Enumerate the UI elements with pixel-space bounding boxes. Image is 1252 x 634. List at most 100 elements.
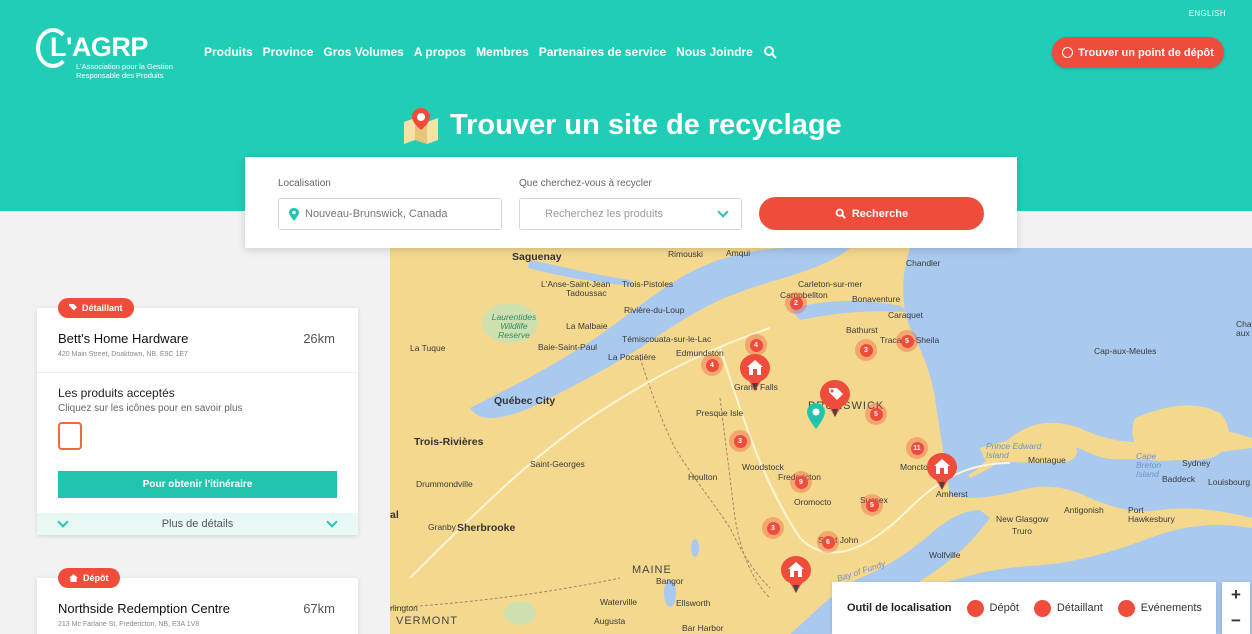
map-label-cha: Cha aux	[1236, 319, 1252, 338]
result-card[interactable]: Détaillant Bett's Home Hardware 26km 420…	[37, 298, 358, 535]
map-label-bar-harbor: Bar Harbor	[682, 623, 724, 633]
depot-pin-icon[interactable]	[927, 453, 957, 491]
map-cluster[interactable]: 5	[896, 330, 918, 352]
accepted-products-hint: Cliquez sur les icônes pour en savoir pl…	[58, 403, 243, 414]
retailer-badge: Détaillant	[58, 298, 134, 318]
map-cluster[interactable]: 4	[701, 354, 723, 376]
map-zoom-controls: + −	[1222, 582, 1250, 634]
map-label-baddeck: Baddeck	[1162, 474, 1196, 484]
map-cluster[interactable]: 9	[790, 471, 812, 493]
map-label-new-glasgow: New Glasgow	[996, 514, 1049, 524]
accepted-products-heading: Les produits acceptés	[58, 386, 175, 400]
map-cluster[interactable]: 2	[785, 292, 807, 314]
more-details-label: Plus de détails	[161, 518, 234, 530]
nav-partenaires[interactable]: Partenaires de service	[539, 45, 666, 59]
map-label-la-tuque: La Tuque	[410, 343, 446, 353]
map-cluster[interactable]: 4	[745, 334, 767, 356]
map-label-louisbourg: Louisbourg	[1208, 477, 1251, 487]
directions-button[interactable]: Pour obtenir l'itinéraire	[58, 471, 337, 498]
page-title-group: Trouver un site de recyclage	[402, 106, 842, 144]
depot-pin-icon[interactable]	[740, 354, 770, 392]
result-name[interactable]: Northside Redemption Centre	[58, 601, 230, 616]
map-label-antigonish: Antigonish	[1064, 505, 1104, 515]
map-cluster[interactable]: 5	[865, 403, 887, 425]
compass-icon	[1062, 47, 1074, 58]
language-link[interactable]: ENGLISH	[1189, 9, 1226, 18]
map-cluster[interactable]: 3	[729, 430, 751, 452]
product-select[interactable]: Recherchez les produits	[519, 198, 742, 230]
more-details-toggle[interactable]: Plus de détails	[37, 513, 358, 535]
map[interactable]: Saguenay Rimouski Amqui Chandler L'Anse-…	[390, 248, 1252, 634]
chevron-down-icon	[57, 516, 69, 528]
legend-item-evenements[interactable]: Evénements	[1117, 599, 1202, 617]
chevron-down-icon	[717, 206, 729, 218]
nav-gros-volumes[interactable]: Gros Volumes	[323, 45, 403, 59]
map-label-trois-rivieres: Trois-Rivières	[414, 436, 484, 448]
zoom-out-button[interactable]: −	[1231, 611, 1241, 631]
map-cluster[interactable]: 3	[855, 339, 877, 361]
depot-icon	[966, 599, 984, 617]
result-address: 213 Mc Farlane St, Fredericton, NB, E3A …	[58, 621, 200, 628]
result-card[interactable]: Dépôt Northside Redemption Centre 67km 2…	[37, 568, 358, 634]
depot-badge: Dépôt	[58, 568, 120, 588]
map-label-bathurst: Bathurst	[846, 325, 878, 335]
teal-pin-icon[interactable]	[807, 403, 825, 429]
search-button-label: Recherche	[851, 207, 909, 220]
result-distance: 26km	[303, 331, 335, 346]
location-label: Localisation	[278, 178, 331, 189]
map-label-houlton: Houlton	[688, 472, 718, 482]
map-label-vermont: VERMONT	[396, 615, 458, 627]
map-label-rimouski: Rimouski	[668, 249, 703, 259]
drum-icon[interactable]	[58, 422, 82, 450]
legend-item-detaillant[interactable]: Détaillant	[1033, 599, 1103, 617]
map-label-carleton: Carleton-sur-mer	[798, 279, 863, 289]
map-label-augusta: Augusta	[594, 616, 626, 626]
main-nav: Produits Province Gros Volumes A propos …	[204, 45, 777, 59]
map-label-truro: Truro	[1012, 526, 1032, 536]
logo-text: L'AGRP	[50, 32, 148, 62]
map-label-ellsworth: Ellsworth	[676, 598, 711, 608]
map-label-drummondville: Drummondville	[416, 479, 473, 489]
depot-pin-icon[interactable]	[781, 556, 811, 594]
product-placeholder: Recherchez les produits	[545, 208, 664, 220]
map-label-montague: Montague	[1028, 455, 1066, 465]
map-label-presque-isle: Presque Isle	[696, 408, 744, 418]
map-label-la-pocatiere: La Pocatière	[608, 352, 656, 362]
result-name[interactable]: Bett's Home Hardware	[58, 331, 188, 346]
map-cluster[interactable]: 5	[861, 494, 883, 516]
nav-a-propos[interactable]: A propos	[414, 45, 466, 59]
map-label-sydney: Sydney	[1182, 458, 1211, 468]
map-label-bonaventure: Bonaventure	[852, 294, 901, 304]
house-icon	[69, 574, 78, 582]
search-panel: Localisation Nouveau-Brunswick, Canada Q…	[245, 157, 1017, 248]
location-input[interactable]: Nouveau-Brunswick, Canada	[278, 198, 502, 230]
legend-item-depot[interactable]: Dépôt	[966, 599, 1019, 617]
map-cluster[interactable]: 3	[762, 517, 784, 539]
map-label-baie-st-paul: Baie-Saint-Paul	[538, 342, 598, 352]
map-cluster[interactable]: 11	[906, 437, 928, 459]
search-icon	[835, 208, 846, 219]
find-drop-point-button[interactable]: Trouver un point de dépôt	[1052, 37, 1224, 68]
map-label-malbaie: La Malbaie	[566, 321, 608, 331]
map-label-burlington: rlington	[390, 603, 418, 613]
map-legend: Outil de localisation Dépôt Détaillant E…	[832, 582, 1216, 634]
search-button[interactable]: Recherche	[759, 197, 984, 230]
map-label-caraquet: Caraquet	[888, 310, 923, 320]
location-value: Nouveau-Brunswick, Canada	[305, 208, 448, 220]
map-cluster[interactable]: 6	[817, 531, 839, 553]
nav-province[interactable]: Province	[263, 45, 314, 59]
map-label-chandler: Chandler	[906, 258, 941, 268]
search-icon[interactable]	[763, 45, 777, 59]
result-address: 420 Main Street, Doaktown, NB, E9C 1E7	[58, 351, 188, 358]
zoom-in-button[interactable]: +	[1231, 585, 1241, 605]
result-distance: 67km	[303, 601, 335, 616]
map-label-waterville: Waterville	[600, 597, 637, 607]
flag-icon	[1117, 599, 1135, 617]
nav-membres[interactable]: Membres	[476, 45, 529, 59]
nav-produits[interactable]: Produits	[204, 45, 253, 59]
map-label-trois-pistoles: Trois-Pistoles	[622, 279, 674, 289]
nav-nous-joindre[interactable]: Nous Joindre	[676, 45, 753, 59]
map-background	[390, 248, 1252, 634]
product-label: Que cherchez-vous à recycler	[519, 178, 652, 189]
map-label-saint-georges: Saint-Georges	[530, 459, 585, 469]
